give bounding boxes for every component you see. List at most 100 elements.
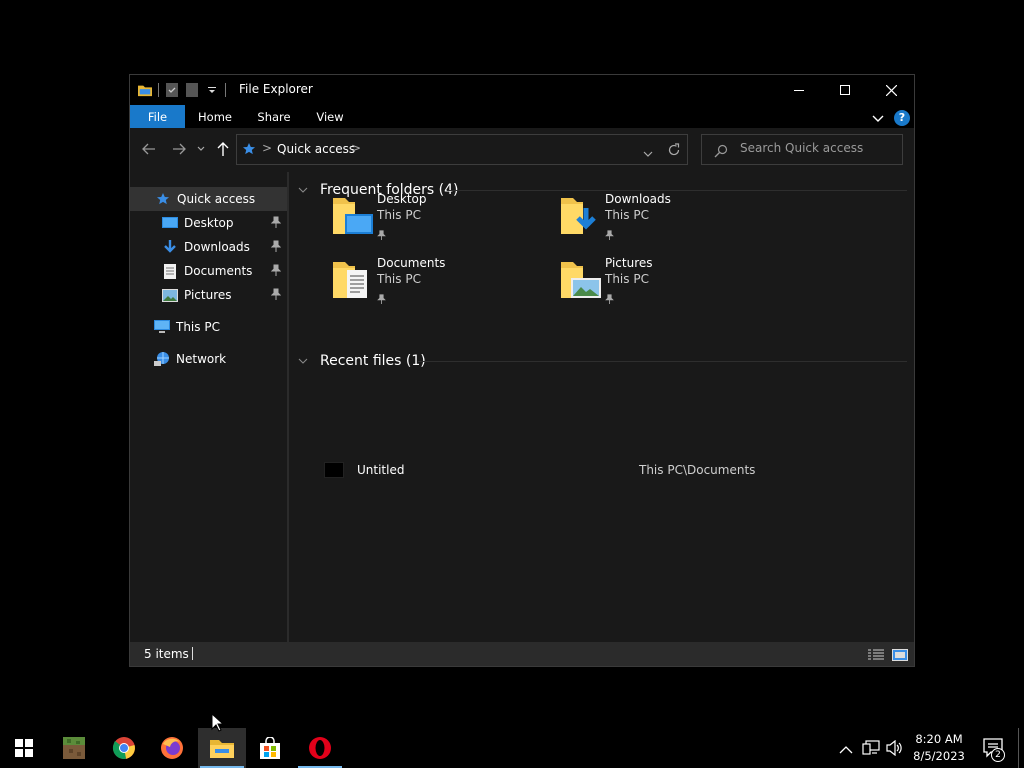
tab-view[interactable]: View bbox=[307, 105, 353, 128]
breadcrumb-separator[interactable]: > bbox=[351, 141, 361, 155]
firefox-icon bbox=[161, 737, 183, 759]
pin-icon bbox=[605, 289, 614, 308]
navigation-pane: Quick access Desktop Downloads Documents… bbox=[130, 172, 287, 642]
folder-tile-downloads[interactable]: Downloads This PC bbox=[559, 192, 779, 250]
close-icon bbox=[885, 84, 897, 96]
recent-locations-button[interactable] bbox=[194, 139, 208, 159]
clock-time: 8:20 AM bbox=[915, 732, 963, 746]
sidebar-item-downloads[interactable]: Downloads bbox=[130, 235, 287, 259]
text-cursor bbox=[192, 647, 193, 660]
large-icons-view-icon[interactable] bbox=[892, 646, 908, 665]
folder-tile-desktop[interactable]: Desktop This PC bbox=[331, 192, 551, 250]
pin-icon bbox=[270, 216, 282, 231]
sidebar-item-documents[interactable]: Documents bbox=[130, 259, 287, 283]
sidebar-item-label: Desktop bbox=[184, 216, 234, 230]
customize-toolbar-icon[interactable] bbox=[205, 83, 219, 98]
sidebar-item-network[interactable]: Network bbox=[130, 347, 287, 371]
file-path: This PC\Documents bbox=[639, 463, 756, 477]
documents-icon bbox=[162, 263, 178, 279]
folder-location: This PC bbox=[605, 208, 649, 222]
breadcrumb-separator: > bbox=[262, 141, 273, 155]
back-button[interactable] bbox=[139, 139, 159, 159]
chevron-down-icon bbox=[197, 146, 205, 151]
search-input[interactable] bbox=[740, 141, 895, 155]
maximize-icon bbox=[840, 85, 850, 95]
notification-count-badge: 2 bbox=[991, 748, 1005, 762]
pane-divider[interactable] bbox=[287, 172, 289, 642]
taskbar-firefox[interactable] bbox=[148, 728, 196, 768]
network-status-icon[interactable] bbox=[862, 740, 880, 760]
title-bar: File Explorer bbox=[130, 75, 914, 105]
help-button[interactable]: ? bbox=[894, 109, 910, 126]
pin-icon bbox=[605, 225, 614, 244]
up-arrow-icon bbox=[217, 142, 229, 156]
sidebar-item-label: This PC bbox=[176, 320, 220, 334]
back-arrow-icon bbox=[142, 143, 155, 155]
details-view-icon[interactable] bbox=[868, 646, 884, 665]
start-icon bbox=[15, 739, 33, 757]
start-button[interactable] bbox=[0, 728, 48, 768]
tab-file[interactable]: File bbox=[130, 105, 185, 128]
content-pane: Frequent folders (4) Desktop This PC Dow… bbox=[290, 172, 914, 642]
mouse-cursor-icon bbox=[211, 712, 225, 736]
file-explorer-window: File Explorer File Home Share View ? > Q… bbox=[129, 74, 915, 667]
show-desktop-button[interactable] bbox=[1018, 728, 1024, 768]
properties-icon[interactable] bbox=[165, 83, 179, 98]
chevron-down-icon bbox=[298, 358, 310, 364]
new-folder-icon[interactable] bbox=[185, 83, 199, 98]
window-title: File Explorer bbox=[239, 82, 313, 96]
expand-ribbon-icon[interactable] bbox=[872, 108, 884, 127]
sidebar-item-this-pc[interactable]: This PC bbox=[130, 315, 287, 339]
up-button[interactable] bbox=[213, 139, 233, 159]
taskbar-chrome[interactable] bbox=[100, 728, 148, 768]
sidebar-item-label: Pictures bbox=[184, 288, 232, 302]
tab-share[interactable]: Share bbox=[249, 105, 299, 128]
recent-files-header[interactable]: Recent files (1) bbox=[298, 350, 426, 372]
show-hidden-icons-icon[interactable] bbox=[839, 740, 853, 759]
address-bar[interactable]: > Quick access > bbox=[236, 134, 688, 165]
sidebar-item-desktop[interactable]: Desktop bbox=[130, 211, 287, 235]
taskbar-store[interactable] bbox=[246, 728, 294, 768]
forward-button[interactable] bbox=[169, 139, 189, 159]
refresh-icon[interactable] bbox=[667, 142, 681, 161]
folder-tile-pictures[interactable]: Pictures This PC bbox=[559, 256, 779, 314]
close-button[interactable] bbox=[868, 75, 914, 105]
pictures-folder-icon bbox=[559, 258, 603, 302]
volume-icon[interactable] bbox=[886, 739, 904, 760]
minecraft-icon bbox=[63, 737, 85, 759]
breadcrumb[interactable]: Quick access bbox=[277, 142, 355, 156]
divider bbox=[418, 361, 907, 362]
sidebar-item-label: Downloads bbox=[184, 240, 250, 254]
pin-icon bbox=[270, 288, 282, 303]
folder-location: This PC bbox=[377, 272, 421, 286]
folder-app-icon bbox=[138, 83, 152, 98]
pin-icon bbox=[377, 225, 386, 244]
navigation-bar: > Quick access > bbox=[130, 128, 914, 172]
address-dropdown-icon[interactable] bbox=[643, 143, 653, 162]
downloads-folder-icon bbox=[559, 194, 603, 238]
folder-name: Downloads bbox=[605, 192, 671, 206]
download-arrow-icon bbox=[162, 239, 178, 255]
list-item[interactable]: Untitled This PC\Documents bbox=[324, 461, 864, 481]
quick-access-toolbar bbox=[138, 82, 226, 98]
taskbar-minecraft[interactable] bbox=[50, 728, 98, 768]
minimize-button[interactable] bbox=[776, 75, 822, 105]
documents-folder-icon bbox=[331, 258, 375, 302]
item-count: 5 items bbox=[144, 647, 189, 661]
status-bar: 5 items bbox=[130, 642, 914, 666]
maximize-button[interactable] bbox=[822, 75, 868, 105]
sidebar-item-quick-access[interactable]: Quick access bbox=[130, 187, 287, 211]
tab-home[interactable]: Home bbox=[189, 105, 241, 128]
desktop-folder-icon bbox=[331, 194, 375, 238]
pin-icon bbox=[270, 240, 282, 255]
ribbon: File Home Share View ? bbox=[130, 105, 914, 128]
store-icon bbox=[260, 737, 280, 759]
taskbar-opera[interactable] bbox=[296, 728, 344, 768]
folder-tile-documents[interactable]: Documents This PC bbox=[331, 256, 551, 314]
sidebar-item-pictures[interactable]: Pictures bbox=[130, 283, 287, 307]
search-box[interactable] bbox=[701, 134, 903, 165]
clock[interactable]: 8:20 AM 8/5/2023 bbox=[910, 731, 968, 765]
star-icon bbox=[242, 141, 256, 160]
file-explorer-icon bbox=[210, 740, 234, 758]
divider bbox=[447, 190, 907, 191]
